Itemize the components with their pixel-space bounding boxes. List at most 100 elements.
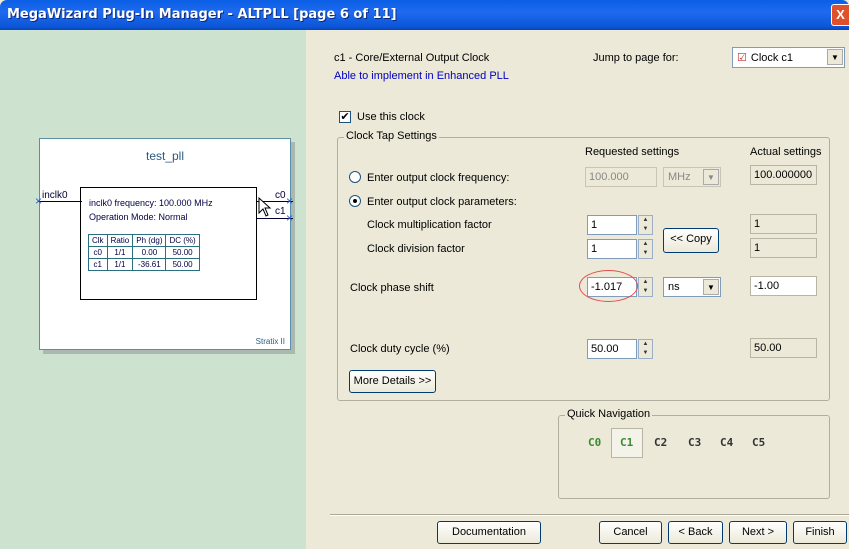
quick-navigation-group: Quick Navigation bbox=[558, 408, 830, 499]
actual-settings-header: Actual settings bbox=[750, 146, 822, 158]
nav-c3[interactable]: C3 bbox=[688, 436, 701, 449]
phase-shift-label: Clock phase shift bbox=[350, 282, 434, 294]
use-clock-checkbox[interactable]: ✔ bbox=[339, 111, 351, 123]
multiplication-spinner[interactable]: ▲ ▼ bbox=[638, 215, 653, 235]
phase-unit-value: ns bbox=[668, 281, 680, 293]
mouse-cursor-icon bbox=[258, 197, 272, 217]
pane-divider bbox=[306, 30, 320, 549]
phase-unit-select[interactable]: ns ▼ bbox=[663, 277, 721, 297]
chevron-down-icon[interactable]: ▼ bbox=[703, 169, 719, 185]
jump-to-page-value: ☑ Clock c1 bbox=[737, 51, 793, 64]
actual-phase-readout: -1.00 bbox=[750, 276, 817, 296]
multiplication-factor-input[interactable]: 1 bbox=[587, 215, 637, 235]
actual-multiplication-readout: 1 bbox=[750, 214, 817, 234]
table-header: Clk bbox=[88, 234, 108, 247]
table-cell: 1/1 bbox=[106, 246, 134, 259]
block-name: test_pll bbox=[145, 149, 185, 163]
table-cell: 0.00 bbox=[132, 246, 167, 259]
multiplication-factor-label: Clock multiplication factor bbox=[367, 219, 492, 231]
spin-down-icon[interactable]: ▼ bbox=[639, 287, 652, 296]
division-factor-label: Clock division factor bbox=[367, 243, 465, 255]
duty-cycle-spinner[interactable]: ▲ ▼ bbox=[638, 339, 653, 359]
table-header: Ph (dg) bbox=[132, 234, 167, 247]
actual-frequency-readout: 100.000000 bbox=[750, 165, 817, 185]
title-bar: MegaWizard Plug-In Manager - ALTPLL [pag… bbox=[0, 0, 849, 30]
copy-button[interactable]: << Copy bbox=[663, 228, 719, 253]
input-pin-line bbox=[38, 201, 82, 202]
finish-button[interactable]: Finish bbox=[793, 521, 847, 544]
output-parameters-radio[interactable] bbox=[349, 195, 361, 207]
input-pin-label: inclk0 bbox=[42, 190, 68, 201]
spin-up-icon[interactable]: ▲ bbox=[639, 340, 652, 349]
jump-selected-label: Clock c1 bbox=[750, 52, 794, 64]
chevron-down-icon[interactable]: ▼ bbox=[703, 279, 719, 295]
pin-marker-icon: × bbox=[286, 211, 294, 225]
group-title: Quick Navigation bbox=[565, 408, 653, 420]
next-button[interactable]: Next > bbox=[729, 521, 787, 544]
nav-c4[interactable]: C4 bbox=[720, 436, 733, 449]
jump-to-page-select[interactable]: ☑ Clock c1 ▼ bbox=[732, 47, 845, 68]
spin-down-icon[interactable]: ▼ bbox=[639, 225, 652, 234]
more-details-button[interactable]: More Details >> bbox=[349, 370, 436, 393]
device-family-label: Stratix II bbox=[255, 337, 285, 346]
actual-division-readout: 1 bbox=[750, 238, 817, 258]
cancel-button[interactable]: Cancel bbox=[599, 521, 662, 544]
close-button[interactable]: X bbox=[831, 4, 849, 26]
output-frequency-radio[interactable] bbox=[349, 171, 361, 183]
duty-cycle-label: Clock duty cycle (%) bbox=[350, 343, 450, 355]
table-header: Ratio bbox=[106, 234, 134, 247]
footer-separator bbox=[330, 514, 849, 516]
frequency-unit-select[interactable]: MHz ▼ bbox=[663, 167, 721, 187]
window-title: MegaWizard Plug-In Manager - ALTPLL [pag… bbox=[7, 7, 397, 22]
documentation-button[interactable]: Documentation bbox=[437, 521, 541, 544]
phase-shift-spinner[interactable]: ▲ ▼ bbox=[638, 277, 653, 297]
output-frequency-input[interactable]: 100.000 bbox=[585, 167, 657, 187]
jump-to-page-label: Jump to page for: bbox=[593, 52, 679, 64]
group-title: Clock Tap Settings bbox=[344, 130, 439, 142]
output-parameters-label: Enter output clock parameters: bbox=[367, 196, 517, 208]
spin-up-icon[interactable]: ▲ bbox=[639, 240, 652, 249]
table-row: c1 1/1 -36.61 50.00 bbox=[88, 258, 200, 271]
table-cell: 50.00 bbox=[165, 258, 200, 271]
output-pin-label: c0 bbox=[275, 190, 286, 201]
output-frequency-label: Enter output clock frequency: bbox=[367, 172, 510, 184]
table-cell: -36.61 bbox=[132, 258, 167, 271]
requested-settings-header: Requested settings bbox=[585, 146, 680, 158]
checkmark-icon: ☑ bbox=[737, 52, 747, 64]
operation-mode: Operation Mode: Normal bbox=[89, 212, 188, 222]
back-button[interactable]: < Back bbox=[668, 521, 723, 544]
chevron-down-icon[interactable]: ▼ bbox=[827, 49, 843, 65]
nav-c5[interactable]: C5 bbox=[752, 436, 765, 449]
table-header-row: Clk Ratio Ph (dg) DC (%) bbox=[88, 234, 200, 247]
frequency-unit-value: MHz bbox=[668, 171, 691, 183]
table-cell: c1 bbox=[88, 258, 108, 271]
clock-summary-table: Clk Ratio Ph (dg) DC (%) c0 1/1 0.00 50.… bbox=[88, 234, 200, 271]
block-diagram-pane: test_pll inclk0 frequency: 100.000 MHz O… bbox=[0, 30, 306, 549]
division-spinner[interactable]: ▲ ▼ bbox=[638, 239, 653, 259]
spin-down-icon[interactable]: ▼ bbox=[639, 349, 652, 358]
output-pin-label: c1 bbox=[275, 206, 286, 217]
highlight-annotation bbox=[579, 270, 638, 302]
table-row: c0 1/1 0.00 50.00 bbox=[88, 246, 200, 259]
table-cell: 1/1 bbox=[106, 258, 134, 271]
actual-duty-cycle-readout: 50.00 bbox=[750, 338, 817, 358]
table-cell: 50.00 bbox=[165, 246, 200, 259]
use-clock-label: Use this clock bbox=[357, 111, 425, 123]
nav-c2[interactable]: C2 bbox=[654, 436, 667, 449]
nav-c0[interactable]: C0 bbox=[588, 436, 601, 449]
spin-up-icon[interactable]: ▲ bbox=[639, 278, 652, 287]
division-factor-input[interactable]: 1 bbox=[587, 239, 637, 259]
spin-up-icon[interactable]: ▲ bbox=[639, 216, 652, 225]
pin-marker-icon: × bbox=[35, 194, 43, 208]
table-header: DC (%) bbox=[165, 234, 200, 247]
spin-down-icon[interactable]: ▼ bbox=[639, 249, 652, 258]
nav-c1[interactable]: C1 bbox=[620, 436, 633, 449]
duty-cycle-input[interactable]: 50.00 bbox=[587, 339, 637, 359]
clock-page-title: c1 - Core/External Output Clock bbox=[334, 52, 490, 64]
pll-implementation-note: Able to implement in Enhanced PLL bbox=[334, 70, 509, 82]
pll-info-box: inclk0 frequency: 100.000 MHz Operation … bbox=[80, 187, 257, 300]
pin-marker-icon: × bbox=[286, 194, 294, 208]
inclk-frequency: inclk0 frequency: 100.000 MHz bbox=[89, 198, 213, 208]
pll-block-symbol: test_pll inclk0 frequency: 100.000 MHz O… bbox=[35, 138, 294, 350]
table-cell: c0 bbox=[88, 246, 108, 259]
